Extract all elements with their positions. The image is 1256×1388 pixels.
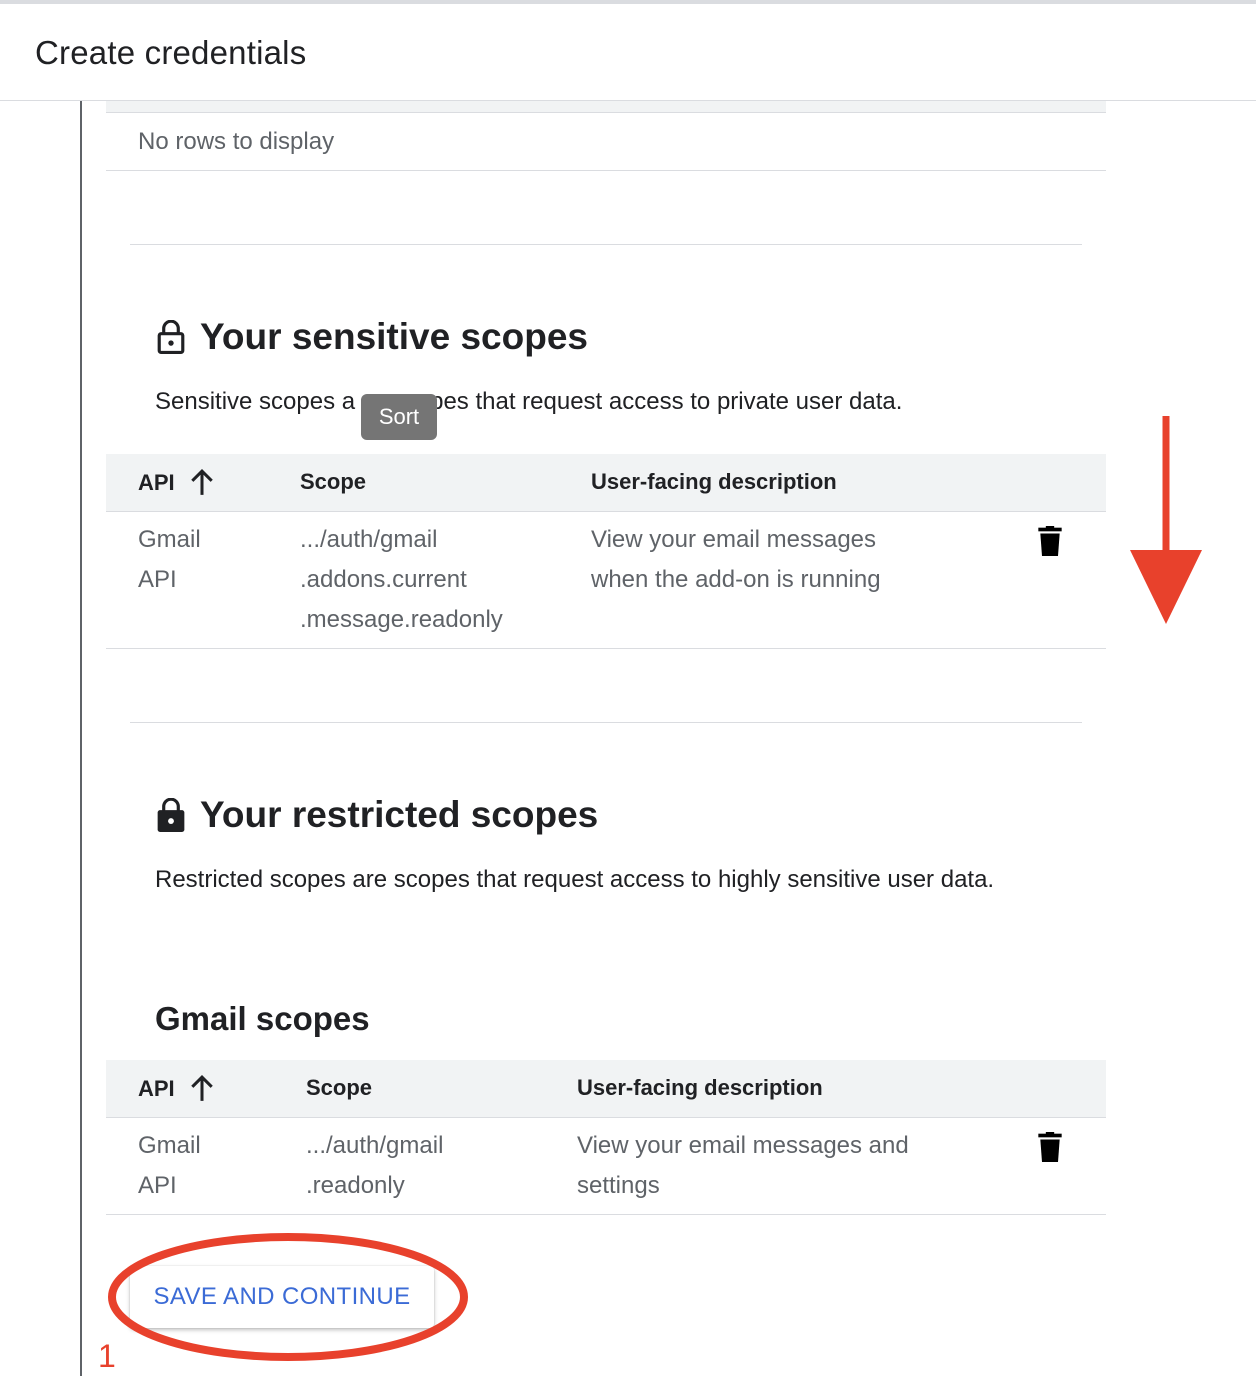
empty-table-message: No rows to display xyxy=(138,128,335,155)
row-scope: .../auth/gmail .addons.current .message.… xyxy=(300,526,503,633)
table-row: Gmail API .../auth/gmail .addons.current… xyxy=(106,512,1106,649)
section-divider xyxy=(130,244,1082,245)
description-column-header[interactable]: User-facing description xyxy=(591,469,837,495)
sensitive-description-start: Sensitive scopes a xyxy=(155,388,356,415)
row-api: Gmail API xyxy=(138,1132,201,1199)
scope-column-header[interactable]: Scope xyxy=(306,1075,372,1101)
api-column-header[interactable]: API xyxy=(138,1075,215,1103)
trash-icon[interactable] xyxy=(1037,1132,1063,1162)
sensitive-table-header: API Scope User-facing description xyxy=(106,454,1106,512)
lock-icon xyxy=(157,798,185,832)
save-and-continue-button[interactable]: SAVE AND CONTINUE xyxy=(130,1266,434,1328)
credentials-page: Create credentials No rows to display Yo… xyxy=(0,0,1256,1388)
arrow-up-icon[interactable] xyxy=(189,1075,215,1103)
restricted-scopes-title: Your restricted scopes xyxy=(156,794,598,836)
section-divider xyxy=(130,722,1082,723)
sensitive-description-end: pes that request access to private user … xyxy=(430,388,903,415)
restricted-scopes-description: Restricted scopes are scopes that reques… xyxy=(155,866,995,893)
row-description: View your email messages and settings xyxy=(577,1132,909,1199)
annotation-arrow-head xyxy=(1130,550,1202,624)
sort-tooltip: Sort xyxy=(361,394,437,440)
gmail-scopes-heading: Gmail scopes xyxy=(155,1000,370,1037)
arrow-up-icon[interactable] xyxy=(189,469,215,497)
row-description: View your email messages when the add-on… xyxy=(591,526,881,593)
sensitive-scopes-title: Your sensitive scopes xyxy=(156,316,588,358)
table-row: Gmail API .../auth/gmail .readonly View … xyxy=(106,1118,1106,1215)
annotation-step-number: 1 xyxy=(98,1338,116,1374)
previous-table-header xyxy=(106,101,1106,113)
trash-icon[interactable] xyxy=(1037,526,1063,556)
page-title: Create credentials xyxy=(35,34,307,71)
scope-column-header[interactable]: Scope xyxy=(300,469,366,495)
lock-open-icon xyxy=(157,320,185,354)
restricted-table-header: API Scope User-facing description xyxy=(106,1060,1106,1118)
restricted-scopes-title-text: Your restricted scopes xyxy=(200,794,599,835)
sensitive-scopes-title-text: Your sensitive scopes xyxy=(200,316,588,357)
row-scope: .../auth/gmail .readonly xyxy=(306,1132,444,1199)
api-column-label: API xyxy=(138,470,175,495)
empty-table-row: No rows to display xyxy=(106,113,1106,171)
api-column-header[interactable]: API xyxy=(138,469,215,497)
api-column-label: API xyxy=(138,1076,175,1101)
sensitive-scopes-description: Sensitive scopes a pes that request acces… xyxy=(155,382,1025,422)
description-column-header[interactable]: User-facing description xyxy=(577,1075,823,1101)
stepper-rail xyxy=(80,101,82,1376)
row-api: Gmail API xyxy=(138,526,201,593)
page-header: Create credentials xyxy=(0,4,1256,101)
